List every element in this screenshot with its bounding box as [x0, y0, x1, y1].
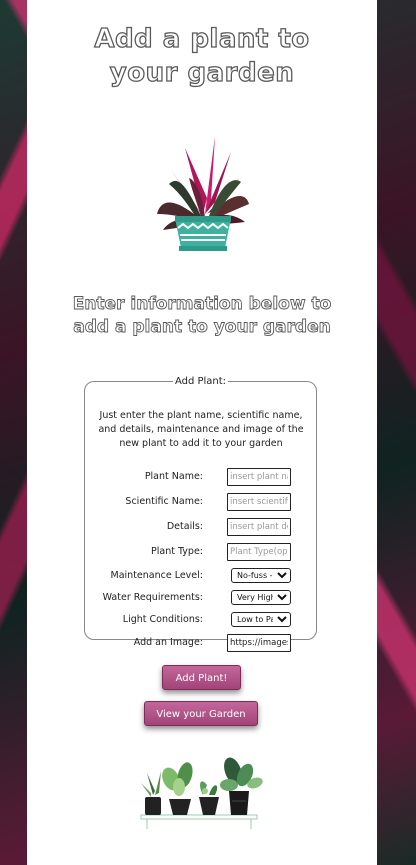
water-row: Water Requirements: Very High [85, 589, 316, 607]
image-row: Add an Image: [85, 634, 316, 652]
maintenance-label: Maintenance Level: [110, 570, 203, 581]
plant-type-label: Plant Type: [151, 546, 203, 557]
plant-name-row: Plant Name: [85, 468, 316, 486]
form-legend: Add Plant: [174, 376, 227, 387]
add-plant-button[interactable]: Add Plant! [162, 665, 241, 690]
plant-type-row: Plant Type: [85, 543, 316, 561]
main-panel: Add a plant to your garden Enter informa… [27, 0, 377, 865]
page-title-line1: Add a plant to [94, 23, 310, 54]
light-select[interactable]: Low to Partial [231, 612, 291, 627]
view-garden-button[interactable]: View your Garden [144, 701, 258, 726]
water-label: Water Requirements: [102, 592, 203, 603]
plant-name-input[interactable] [227, 468, 291, 486]
add-plant-form: Add Plant: Just enter the plant name, sc… [84, 376, 317, 652]
form-heading-line1: Enter information below to [72, 294, 332, 315]
light-label: Light Conditions: [122, 614, 203, 625]
page-title: Add a plant to your garden [27, 22, 377, 90]
details-row: Details: [85, 518, 316, 536]
potted-plant-illustration [157, 136, 249, 251]
scientific-name-label: Scientific Name: [125, 496, 203, 507]
details-label: Details: [166, 521, 203, 532]
page-title-line2: your garden [109, 57, 295, 88]
form-intro-text: Just enter the plant name, scientific na… [98, 410, 304, 449]
form-heading: Enter information below to add a plant t… [27, 293, 377, 339]
light-row: Light Conditions: Low to Partial [85, 611, 316, 629]
plant-type-input[interactable] [227, 543, 291, 561]
scientific-name-input[interactable] [227, 493, 291, 511]
water-select[interactable]: Very High [231, 590, 291, 605]
details-input[interactable] [227, 518, 291, 536]
image-url-input[interactable] [227, 634, 291, 652]
plant-shelf-illustration [140, 757, 263, 829]
form-heading-line2: add a plant to your garden [73, 317, 331, 338]
maintenance-select[interactable]: No-fuss -- [231, 568, 291, 583]
image-label: Add an Image: [133, 637, 203, 648]
scientific-name-row: Scientific Name: [85, 493, 316, 511]
maintenance-row: Maintenance Level: No-fuss -- [85, 567, 316, 585]
plant-name-label: Plant Name: [144, 471, 203, 482]
